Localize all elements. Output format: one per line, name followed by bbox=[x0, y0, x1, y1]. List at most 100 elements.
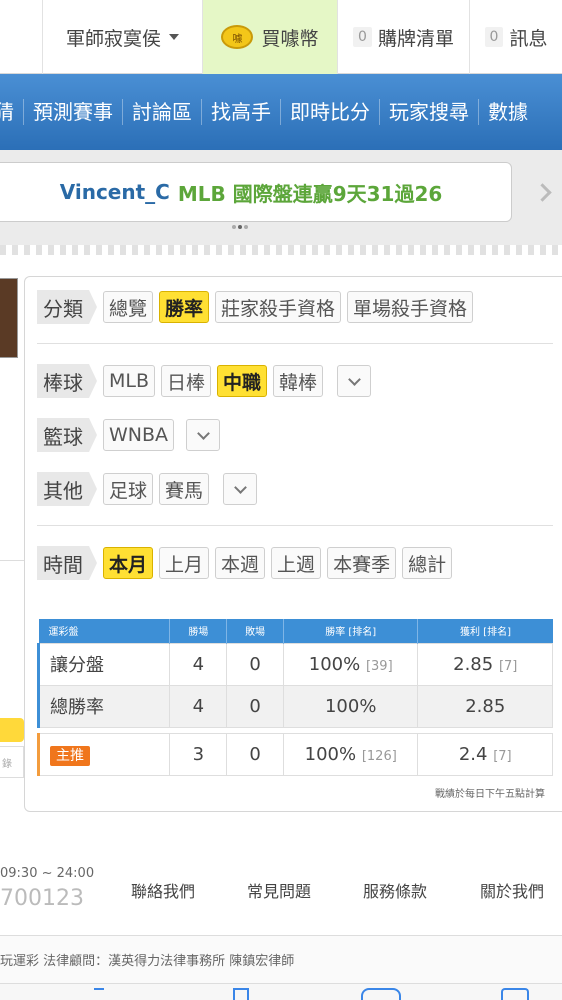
row-type: 主推 bbox=[36, 732, 171, 776]
nav-item-experts[interactable]: 找高手 bbox=[202, 99, 281, 125]
browser-toolbar bbox=[0, 983, 562, 1000]
chevron-down-icon bbox=[347, 372, 361, 386]
baseball-more-dropdown[interactable] bbox=[337, 365, 372, 397]
filter-chip-last-month[interactable]: 上月 bbox=[159, 547, 210, 579]
rate-rank: [126] bbox=[361, 748, 397, 764]
filter-row-baseball: 棒球 MLB 日棒 中職 韓棒 bbox=[37, 364, 372, 398]
row-wins: 3 bbox=[169, 732, 228, 776]
nav-item-guess[interactable]: 猜 bbox=[0, 99, 24, 125]
service-hours: 09:30 ~ 24:00 bbox=[0, 866, 95, 881]
chevron-down-icon bbox=[196, 426, 210, 440]
messages-count: 0 bbox=[484, 27, 504, 47]
wavy-divider bbox=[0, 245, 562, 255]
rate-rank: [39] bbox=[365, 658, 393, 674]
filter-label-baseball: 棒球 bbox=[37, 364, 97, 398]
share-icon[interactable] bbox=[233, 988, 249, 1000]
nav-item-live-scores[interactable]: 即時比分 bbox=[281, 99, 380, 125]
filter-chip-mlb[interactable]: MLB bbox=[103, 365, 156, 397]
filter-chip-this-month[interactable]: 本月 bbox=[103, 547, 154, 579]
chevron-down-icon bbox=[233, 480, 247, 494]
other-more-dropdown[interactable] bbox=[223, 473, 258, 505]
divider bbox=[37, 343, 553, 344]
filter-label-basketball: 籃球 bbox=[37, 418, 97, 452]
footer-link-contact[interactable]: 聯絡我們 bbox=[131, 878, 195, 902]
filter-label-category: 分類 bbox=[37, 290, 97, 324]
col-header-type: 運彩盤 bbox=[38, 619, 170, 643]
banner-text: MLB 國際盤連贏9天31過26 bbox=[177, 181, 443, 206]
divider bbox=[37, 525, 553, 526]
filter-row-basketball: 籃球 WNBA bbox=[37, 418, 221, 452]
coin-icon: 噱 bbox=[221, 25, 254, 49]
stats-table: 運彩盤 勝場 敗場 勝率 [排名] 獲利 [排名] 讓分盤 4 0 100% [… bbox=[36, 619, 553, 776]
messages-button[interactable]: 0 訊息 bbox=[469, 0, 562, 74]
table-row: 總勝率 4 0 100% 2.85 bbox=[36, 684, 553, 728]
basketball-more-dropdown[interactable] bbox=[186, 419, 221, 451]
row-type: 讓分盤 bbox=[36, 642, 171, 686]
bookmarks-icon[interactable] bbox=[361, 988, 401, 1000]
filter-row-other: 其他 足球 賽馬 bbox=[37, 472, 258, 506]
main-nav: 猜 預測賽事 討論區 找高手 即時比分 玩家搜尋 數據 bbox=[0, 74, 562, 150]
avatar-image[interactable] bbox=[0, 278, 18, 358]
filter-row-time: 時間 本月 上月 本週 上週 本賽季 總計 bbox=[37, 546, 453, 580]
carousel-dot-active[interactable] bbox=[238, 225, 242, 229]
filter-chip-horse-racing[interactable]: 賽馬 bbox=[159, 473, 210, 505]
filter-chip-overview[interactable]: 總覽 bbox=[103, 291, 154, 323]
divider bbox=[0, 560, 24, 561]
top-bar-spacer bbox=[0, 0, 42, 74]
nav-item-predict[interactable]: 預測賽事 bbox=[24, 99, 123, 125]
cart-button[interactable]: 0 購牌清單 bbox=[337, 0, 469, 74]
filter-chip-wnba[interactable]: WNBA bbox=[103, 419, 175, 451]
filter-chip-last-week[interactable]: 上週 bbox=[271, 547, 322, 579]
filter-label-other: 其他 bbox=[37, 472, 97, 506]
filter-chip-soccer[interactable]: 足球 bbox=[103, 473, 154, 505]
side-tab-active[interactable] bbox=[0, 718, 24, 742]
filter-chip-cpbl[interactable]: 中職 bbox=[217, 365, 268, 397]
footer-link-faq[interactable]: 常見問題 bbox=[247, 878, 311, 902]
buy-coin-label: 買噱幣 bbox=[261, 27, 319, 50]
col-header-rate: 勝率 [排名] bbox=[282, 619, 418, 643]
service-phone: 700123 bbox=[0, 886, 84, 911]
banner-next-button[interactable] bbox=[522, 162, 562, 222]
cart-label: 購牌清單 bbox=[377, 27, 454, 50]
footer-link-about[interactable]: 關於我們 bbox=[480, 878, 544, 902]
table-row: 讓分盤 4 0 100% [39] 2.85 [7] bbox=[36, 642, 553, 686]
page: 軍師寂寞侯 噱 買噱幣 0 購牌清單 0 訊息 猜 預測賽事 討論區 找高手 即… bbox=[0, 0, 562, 1000]
carousel-dot[interactable] bbox=[232, 225, 236, 229]
rate-value: 100% bbox=[324, 695, 377, 717]
stats-panel: 分類 總覽 勝率 莊家殺手資格 單場殺手資格 棒球 MLB 日棒 中職 韓棒 籃… bbox=[24, 276, 562, 812]
filter-chip-npb[interactable]: 日棒 bbox=[161, 365, 212, 397]
footer: 09:30 ~ 24:00 700123 聯絡我們 常見問題 服務條款 關於我們 bbox=[0, 850, 562, 930]
col-header-profit: 獲利 [排名] bbox=[417, 619, 553, 643]
legal-bar: 玩運彩 法律顧問：漢英得力法律事務所 陳鎮宏律師 bbox=[0, 935, 562, 983]
row-rate: 100% [126] bbox=[282, 732, 419, 776]
side-input[interactable]: 錄 bbox=[0, 746, 24, 778]
filter-chip-winrate[interactable]: 勝率 bbox=[159, 291, 210, 323]
carousel-dot[interactable] bbox=[244, 225, 248, 229]
filter-chip-this-week[interactable]: 本週 bbox=[215, 547, 266, 579]
footer-link-terms[interactable]: 服務條款 bbox=[363, 878, 427, 902]
nav-item-data[interactable]: 數據 bbox=[479, 99, 537, 125]
highlight-banner[interactable]: Vincent_C MLB 國際盤連贏9天31過26 bbox=[0, 162, 512, 222]
filter-chip-total[interactable]: 總計 bbox=[402, 547, 453, 579]
filter-chip-kbo[interactable]: 韓棒 bbox=[273, 365, 324, 397]
row-type: 總勝率 bbox=[36, 684, 171, 728]
buy-coin-button[interactable]: 噱 買噱幣 bbox=[202, 0, 337, 74]
nav-item-player-search[interactable]: 玩家搜尋 bbox=[380, 99, 479, 125]
profit-value: 2.4 bbox=[458, 743, 488, 765]
row-profit: 2.85 [7] bbox=[417, 642, 553, 686]
col-header-wins: 勝場 bbox=[169, 619, 227, 643]
tabs-icon[interactable] bbox=[501, 988, 529, 1000]
stats-footnote: 戰績於每日下午五點計算 bbox=[435, 789, 545, 800]
filter-chip-single-killer[interactable]: 單場殺手資格 bbox=[347, 291, 474, 323]
nav-item-forum[interactable]: 討論區 bbox=[123, 99, 202, 125]
user-menu[interactable]: 軍師寂寞侯 bbox=[42, 0, 202, 74]
table-row-featured: 主推 3 0 100% [126] 2.4 [7] bbox=[36, 732, 553, 776]
left-side-panel: 錄 bbox=[0, 278, 24, 808]
carousel-dots bbox=[232, 225, 248, 229]
filter-chip-banker-killer[interactable]: 莊家殺手資格 bbox=[215, 291, 342, 323]
filter-chip-this-season[interactable]: 本賽季 bbox=[327, 547, 397, 579]
profit-value: 2.85 bbox=[453, 653, 494, 675]
row-profit: 2.4 [7] bbox=[417, 732, 553, 776]
row-rate: 100% [39] bbox=[282, 642, 419, 686]
back-icon[interactable] bbox=[94, 988, 104, 1000]
